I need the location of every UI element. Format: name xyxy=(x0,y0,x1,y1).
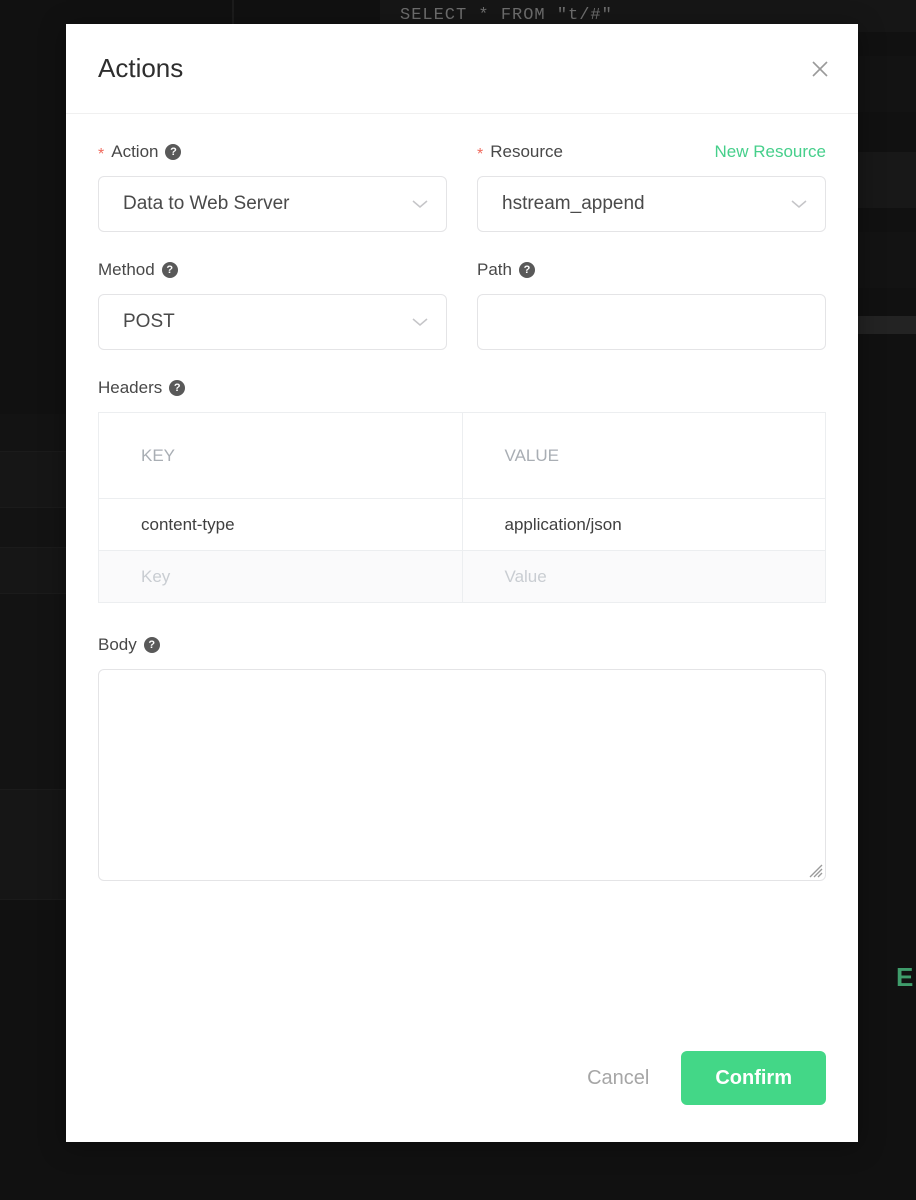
column-header-key: KEY xyxy=(98,412,463,499)
header-key-placeholder-cell[interactable]: Key xyxy=(98,550,463,603)
field-resource: * Resource New Resource hstream_append xyxy=(477,140,826,232)
chevron-down-icon xyxy=(410,316,430,328)
background-green-label: E xyxy=(896,962,914,992)
field-method: Method ? POST xyxy=(98,258,447,350)
table-header-row: KEY VALUE xyxy=(98,412,826,499)
required-asterisk: * xyxy=(98,146,105,163)
action-select[interactable]: Data to Web Server xyxy=(98,176,447,232)
chevron-down-icon xyxy=(410,198,430,210)
resource-select-value: hstream_append xyxy=(502,193,645,214)
header-value-cell[interactable]: application/json xyxy=(462,498,826,551)
cancel-button[interactable]: Cancel xyxy=(581,1057,655,1100)
actions-modal: Actions * Action ? Data to Web Server * … xyxy=(66,24,858,1142)
field-action-label-line: * Action ? xyxy=(98,140,447,164)
page-title: Actions xyxy=(98,53,184,83)
close-icon[interactable] xyxy=(806,55,834,83)
help-icon[interactable]: ? xyxy=(165,144,182,160)
field-body: Body ? xyxy=(98,633,826,881)
background-table-row xyxy=(0,414,70,452)
method-select[interactable]: POST xyxy=(98,294,447,350)
field-resource-label-line: * Resource New Resource xyxy=(477,140,826,164)
header-value-placeholder-cell[interactable]: Value xyxy=(462,550,826,603)
modal-body: * Action ? Data to Web Server * Resource… xyxy=(66,114,858,881)
modal-footer: Cancel Confirm xyxy=(66,1014,858,1142)
resource-select[interactable]: hstream_append xyxy=(477,176,826,232)
help-icon[interactable]: ? xyxy=(169,380,186,396)
field-method-label-line: Method ? xyxy=(98,258,447,282)
field-headers-label-line: Headers ? xyxy=(98,376,826,400)
headers-table: KEY VALUE content-type application/json … xyxy=(98,412,826,603)
table-row-blank[interactable]: Key Value xyxy=(98,550,826,603)
field-path-label: Path xyxy=(477,260,512,279)
help-icon[interactable]: ? xyxy=(161,262,178,278)
background-table-row xyxy=(0,508,70,548)
background-table-row xyxy=(0,452,70,508)
table-row[interactable]: content-type application/json xyxy=(98,498,826,551)
field-action: * Action ? Data to Web Server xyxy=(98,140,447,232)
header-key-cell[interactable]: content-type xyxy=(98,498,463,551)
background-table-row xyxy=(0,790,70,900)
help-icon[interactable]: ? xyxy=(518,262,535,278)
field-method-label: Method xyxy=(98,260,155,279)
resize-handle-icon[interactable] xyxy=(805,860,823,878)
new-resource-link[interactable]: New Resource xyxy=(715,142,827,162)
field-body-label-line: Body ? xyxy=(98,633,826,657)
form-row-method-path: Method ? POST Path ? xyxy=(98,258,826,376)
column-header-value: VALUE xyxy=(462,412,826,499)
field-path: Path ? xyxy=(477,258,826,350)
field-action-label: Action xyxy=(111,142,159,161)
body-textarea[interactable] xyxy=(98,669,826,881)
field-body-label: Body xyxy=(98,635,137,654)
modal-header: Actions xyxy=(66,24,858,114)
method-select-value: POST xyxy=(123,311,175,332)
background-table-row xyxy=(0,548,70,594)
chevron-down-icon xyxy=(789,198,809,210)
path-input[interactable] xyxy=(477,294,826,350)
field-resource-label: Resource xyxy=(490,142,563,161)
field-headers: Headers ? KEY VALUE content-type applica… xyxy=(98,376,826,603)
background-table-row xyxy=(0,594,70,790)
form-row-action-resource: * Action ? Data to Web Server * Resource… xyxy=(98,140,826,258)
confirm-button[interactable]: Confirm xyxy=(681,1051,826,1105)
required-asterisk: * xyxy=(477,146,484,163)
field-headers-label: Headers xyxy=(98,378,163,397)
field-path-label-line: Path ? xyxy=(477,258,826,282)
help-icon[interactable]: ? xyxy=(143,637,160,653)
action-select-value: Data to Web Server xyxy=(123,193,290,214)
